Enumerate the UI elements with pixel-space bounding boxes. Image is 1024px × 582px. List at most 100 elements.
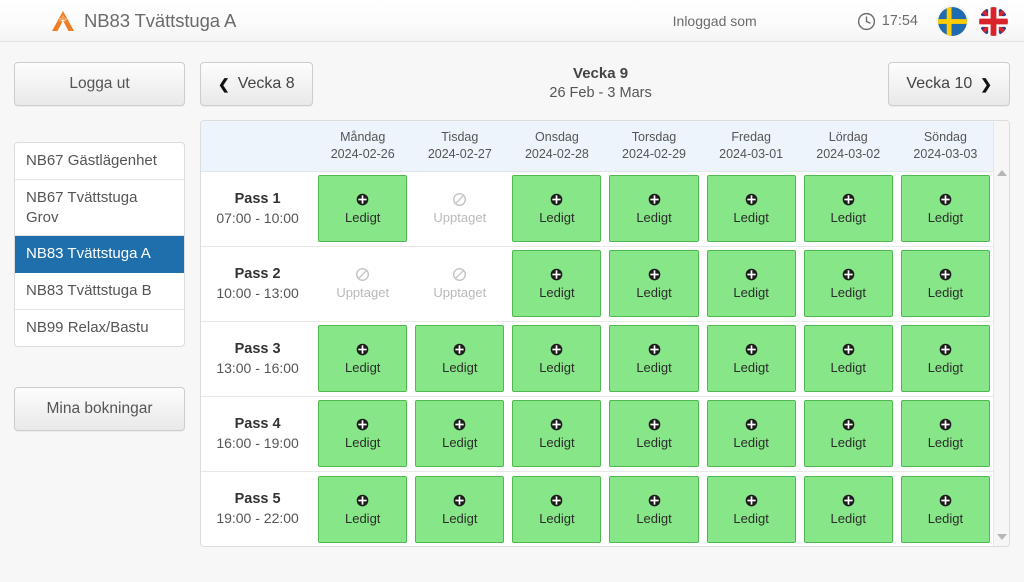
next-week-button[interactable]: Vecka 10 ❯ bbox=[888, 62, 1010, 106]
day-header-2: Tisdag 2024-02-27 bbox=[411, 121, 509, 172]
slot-status-label: Ledigt bbox=[344, 210, 381, 226]
vertical-scrollbar[interactable] bbox=[993, 121, 1009, 547]
slot-available-button[interactable]: Ledigt bbox=[512, 475, 602, 543]
sidebar-item-4[interactable]: NB83 Tvättstuga B bbox=[15, 273, 184, 310]
slot-available-button[interactable]: Ledigt bbox=[415, 325, 505, 393]
plus-circle-icon bbox=[744, 267, 759, 282]
schedule-table-head: Måndag 2024-02-26 Tisdag 2024-02-27 Onsdag 20… bbox=[201, 121, 994, 172]
sidebar-item-label: NB99 Relax/Bastu bbox=[26, 318, 149, 336]
british-flag-icon[interactable] bbox=[979, 6, 1008, 36]
day-header-4: Torsdag 2024-02-29 bbox=[605, 121, 703, 172]
slot-cell: Ledigt bbox=[605, 245, 703, 322]
slot-available-button[interactable]: Ledigt bbox=[318, 475, 408, 543]
slot-available-button[interactable]: Ledigt bbox=[318, 175, 408, 243]
slot-available-button[interactable]: Ledigt bbox=[609, 250, 699, 318]
sidebar-item-5[interactable]: NB99 Relax/Bastu bbox=[15, 310, 184, 346]
slot-status-label: Ledigt bbox=[636, 435, 672, 451]
slot-status-label: Ledigt bbox=[442, 435, 478, 451]
slot-cell: Ledigt bbox=[411, 395, 509, 472]
slot-available-button[interactable]: Ledigt bbox=[512, 175, 602, 243]
slot-status-label: Ledigt bbox=[344, 435, 381, 451]
slot-available-button[interactable]: Ledigt bbox=[900, 475, 990, 543]
slot-available-button[interactable]: Ledigt bbox=[803, 325, 893, 393]
slot-available-button[interactable]: Ledigt bbox=[706, 250, 796, 318]
no-entry-icon bbox=[452, 192, 467, 207]
day-header-5: Fredag 2024-03-01 bbox=[702, 121, 800, 172]
slot-cell: Ledigt bbox=[314, 320, 412, 397]
scroll-up-arrow-icon[interactable] bbox=[994, 166, 1009, 180]
slot-available-button[interactable]: Ledigt bbox=[512, 400, 602, 468]
slot-cell: Upptaget bbox=[411, 171, 508, 246]
plus-circle-icon bbox=[938, 342, 953, 357]
slot-available-button[interactable]: Ledigt bbox=[415, 475, 505, 543]
slot-status-label: Ledigt bbox=[927, 360, 964, 376]
logged-in-as-label: Inloggad som bbox=[672, 13, 757, 29]
pass-time: 19:00 - 22:00 bbox=[216, 510, 299, 527]
slot-available-button[interactable]: Ledigt bbox=[803, 400, 893, 468]
slot-available-button[interactable]: Ledigt bbox=[609, 325, 699, 393]
slot-cell: Ledigt bbox=[314, 171, 411, 246]
plus-circle-icon bbox=[647, 493, 662, 508]
sidebar-item-label: NB67 Tvättstuga Grov bbox=[26, 188, 138, 226]
slot-available-button[interactable]: Ledigt bbox=[803, 250, 893, 318]
slot-available-button[interactable]: Ledigt bbox=[900, 325, 990, 393]
slot-available-button[interactable]: Ledigt bbox=[900, 175, 990, 243]
pass-time: 07:00 - 10:00 bbox=[216, 210, 299, 227]
slot-cell: Ledigt bbox=[411, 320, 509, 397]
current-time: 17:54 bbox=[881, 13, 918, 29]
plus-circle-icon bbox=[841, 417, 856, 432]
slot-available-button[interactable]: Ledigt bbox=[512, 250, 602, 318]
slot-cell: Ledigt bbox=[702, 470, 800, 547]
slot-status-label: Ledigt bbox=[636, 360, 672, 376]
plus-circle-icon bbox=[549, 417, 564, 432]
my-bookings-button[interactable]: Mina bokningar bbox=[14, 386, 185, 431]
day-header-7: Söndag 2024-03-03 bbox=[896, 121, 994, 172]
day-header-row: Måndag 2024-02-26 Tisdag 2024-02-27 Onsdag 20… bbox=[201, 121, 994, 172]
table-row: Pass 4 16:00 - 19:00 Ledigt Ledigt Ledigt Led… bbox=[201, 395, 994, 472]
pass-time: 10:00 - 13:00 bbox=[216, 285, 299, 302]
sidebar: Logga ut NB67 Gästlägenhet NB67 Tvättstug… bbox=[14, 62, 185, 431]
sidebar-item-2[interactable]: NB67 Tvättstuga Grov bbox=[15, 180, 184, 237]
slot-available-button[interactable]: Ledigt bbox=[706, 475, 796, 543]
swedish-flag-icon[interactable] bbox=[938, 6, 967, 36]
day-header-1: Måndag 2024-02-26 bbox=[314, 121, 412, 172]
clock-icon bbox=[857, 12, 876, 31]
slot-cell: Ledigt bbox=[508, 171, 605, 246]
slot-available-button[interactable]: Ledigt bbox=[609, 400, 699, 468]
slot-cell: Ledigt bbox=[896, 470, 994, 547]
plus-circle-icon bbox=[938, 493, 953, 508]
plus-circle-icon bbox=[549, 192, 564, 207]
table-row: Pass 1 07:00 - 10:00 Ledigt Upptaget Ledigt L… bbox=[201, 171, 994, 246]
main-panel: ❮ Vecka 8 Vecka 9 26 Feb - 3 Mars Vecka … bbox=[200, 58, 1010, 548]
slot-available-button[interactable]: Ledigt bbox=[318, 400, 408, 468]
slot-available-button[interactable]: Ledigt bbox=[900, 400, 990, 468]
sidebar-item-1[interactable]: NB67 Gästlägenhet bbox=[15, 143, 184, 180]
current-week-display: Vecka 9 26 Feb - 3 Mars bbox=[549, 64, 651, 104]
slot-available-button[interactable]: Ledigt bbox=[803, 175, 893, 243]
slot-available-button[interactable]: Ledigt bbox=[803, 475, 893, 543]
plus-circle-icon bbox=[647, 342, 662, 357]
slot-available-button[interactable]: Ledigt bbox=[318, 325, 408, 393]
scroll-down-arrow-icon[interactable] bbox=[994, 530, 1009, 544]
slot-available-button[interactable]: Ledigt bbox=[706, 400, 796, 468]
slot-status-label: Ledigt bbox=[539, 435, 575, 451]
slot-status-label: Ledigt bbox=[636, 210, 672, 226]
plus-circle-icon bbox=[841, 342, 856, 357]
slot-available-button[interactable]: Ledigt bbox=[706, 175, 796, 243]
previous-week-button[interactable]: ❮ Vecka 8 bbox=[200, 62, 313, 106]
current-week-number: Vecka 9 bbox=[573, 65, 629, 83]
slot-available-button[interactable]: Ledigt bbox=[415, 400, 505, 468]
slot-available-button[interactable]: Ledigt bbox=[706, 325, 796, 393]
slot-available-button[interactable]: Ledigt bbox=[609, 175, 699, 243]
slot-available-button[interactable]: Ledigt bbox=[900, 250, 990, 318]
slot-available-button[interactable]: Ledigt bbox=[512, 325, 602, 393]
slot-status-label: Upptaget bbox=[433, 210, 487, 226]
slot-status-label: Ledigt bbox=[733, 210, 769, 226]
plus-circle-icon bbox=[549, 267, 564, 282]
slot-cell: Ledigt bbox=[799, 245, 897, 322]
slot-status-label: Ledigt bbox=[733, 360, 769, 376]
sidebar-item-3[interactable]: NB83 Tvättstuga A bbox=[15, 236, 184, 274]
slot-status-label: Ledigt bbox=[442, 360, 478, 376]
logout-button[interactable]: Logga ut bbox=[14, 62, 185, 106]
slot-available-button[interactable]: Ledigt bbox=[609, 475, 699, 543]
